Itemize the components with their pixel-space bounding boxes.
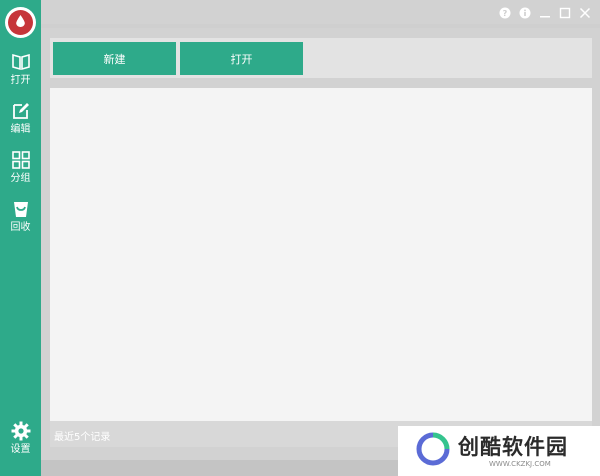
sidebar-item-label: 设置	[10, 444, 31, 455]
sidebar-item-label: 回收	[10, 222, 31, 233]
maximize-icon	[559, 7, 571, 19]
sidebar-item-recycle[interactable]: 回收	[0, 199, 41, 245]
watermark-logo-icon	[416, 432, 450, 466]
info-icon	[519, 7, 531, 19]
maximize-button[interactable]	[558, 6, 572, 20]
window-controls: ?	[498, 6, 592, 20]
gear-icon	[11, 421, 30, 441]
recent-records-label: 最近5个记录	[54, 432, 111, 443]
help-button[interactable]: ?	[498, 6, 512, 20]
droplet-icon	[16, 15, 25, 27]
info-button[interactable]	[518, 6, 532, 20]
open-button[interactable]: 打开	[180, 42, 303, 75]
sidebar: 打开 编辑 分组 回收 设置	[0, 0, 41, 476]
watermark-name: 创酷软件园	[458, 435, 568, 459]
sidebar-item-settings[interactable]: 设置	[0, 421, 41, 467]
sidebar-item-open[interactable]: 打开	[0, 52, 41, 98]
sidebar-item-group[interactable]: 分组	[0, 150, 41, 196]
minimize-button[interactable]	[538, 6, 552, 20]
toolbar: 新建 打开	[50, 38, 592, 78]
content-panel[interactable]	[50, 88, 592, 421]
recycle-bin-icon	[13, 202, 28, 217]
grid-icon	[11, 151, 30, 169]
watermark-url: WWW.CKZKJ.COM	[489, 460, 551, 468]
sidebar-item-label: 打开	[10, 75, 31, 86]
sidebar-item-label: 分组	[10, 173, 31, 184]
title-divider	[41, 24, 600, 28]
minimize-icon	[540, 16, 550, 18]
help-icon: ?	[499, 7, 511, 19]
sidebar-item-edit[interactable]: 编辑	[0, 101, 41, 147]
close-button[interactable]	[578, 6, 592, 20]
svg-text:?: ?	[503, 9, 508, 18]
app-logo	[5, 7, 36, 38]
new-button[interactable]: 新建	[53, 42, 176, 75]
watermark: 创酷软件园 WWW.CKZKJ.COM	[398, 426, 600, 476]
sidebar-item-label: 编辑	[10, 124, 31, 135]
close-icon	[579, 7, 591, 19]
book-open-icon	[11, 53, 30, 71]
edit-icon	[12, 103, 29, 119]
